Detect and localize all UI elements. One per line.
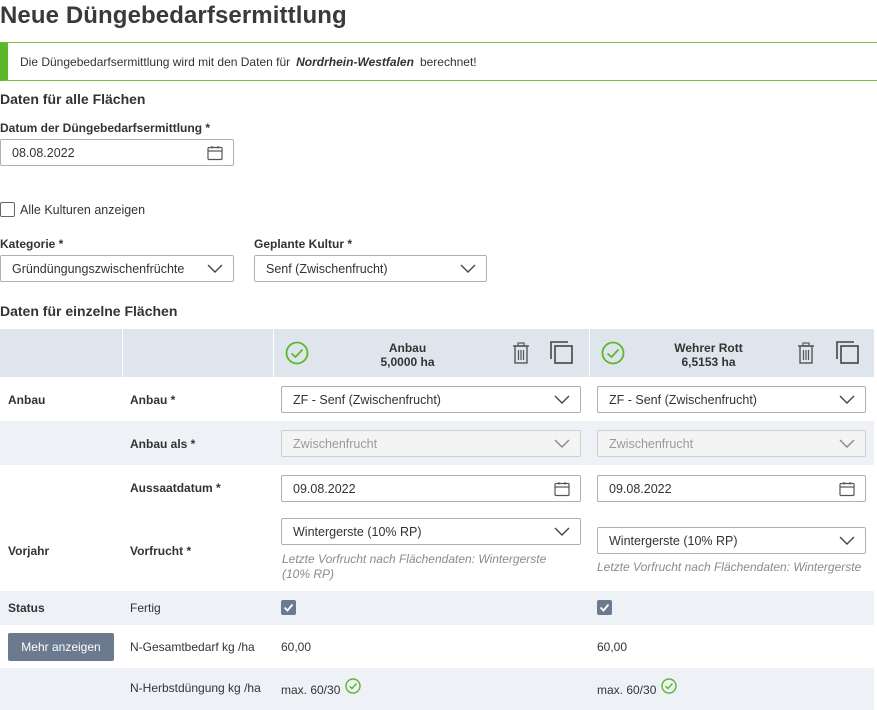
crop-label: Geplante Kultur *	[254, 237, 353, 251]
column-divider	[589, 329, 590, 377]
check-circle-icon	[285, 341, 309, 365]
column-divider	[273, 329, 274, 377]
anbau-als-value: Zwischenfrucht	[609, 436, 694, 451]
vorfrucht-value: Wintergerste (10% RP)	[609, 533, 738, 548]
field-column-header: Anbau 5,0000 ha	[340, 341, 475, 369]
n-herbst-value-col2: max. 60/30	[597, 683, 657, 697]
crop-value: Senf (Zwischenfrucht)	[266, 261, 388, 276]
vorfrucht-value: Wintergerste (10% RP)	[293, 524, 422, 539]
crop-select[interactable]: Senf (Zwischenfrucht)	[254, 255, 487, 282]
anbau-value: ZF - Senf (Zwischenfrucht)	[609, 392, 757, 407]
chevron-down-icon	[554, 439, 570, 448]
trash-icon[interactable]	[512, 342, 530, 364]
show-all-crops-checkbox[interactable]	[0, 202, 15, 217]
section-title-general: Daten für alle Flächen	[0, 91, 146, 107]
checkmark-icon	[283, 603, 294, 612]
anbau-als-select-col2: Zwischenfrucht	[597, 430, 866, 457]
column-divider	[122, 329, 123, 377]
date-input[interactable]: 08.08.2022	[0, 139, 234, 166]
group-label-vorjahr: Vorjahr	[8, 544, 50, 558]
aussaat-date-col1[interactable]: 09.08.2022	[281, 475, 581, 502]
n-gesamt-value-col1: 60,00	[281, 640, 312, 654]
chevron-down-icon	[207, 264, 223, 273]
vorfrucht-select-col2[interactable]: Wintergerste (10% RP)	[597, 527, 866, 554]
date-label: Datum der Düngebedarfsermittlung *	[0, 121, 211, 135]
n-gesamt-value-col2: 60,00	[597, 640, 628, 654]
row-label-n-gesamt: N-Gesamtbedarf kg /ha	[130, 640, 255, 654]
row-label-status: Fertig	[130, 601, 161, 615]
anbau-select-col2[interactable]: ZF - Senf (Zwischenfrucht)	[597, 386, 866, 413]
chevron-down-icon	[839, 439, 855, 448]
banner-prefix: Die Düngebedarfsermittlung wird mit den …	[20, 54, 291, 69]
row-label-anbau: Anbau *	[130, 393, 176, 407]
chevron-down-icon	[554, 527, 570, 536]
status-checkbox-col1[interactable]	[281, 600, 296, 615]
row-label-vorfrucht: Vorfrucht *	[130, 544, 192, 558]
anbau-als-value: Zwischenfrucht	[293, 436, 378, 451]
group-label-anbau: Anbau	[8, 393, 46, 407]
calendar-icon[interactable]	[207, 145, 223, 160]
field-area: 6,5153 ha	[681, 355, 736, 369]
page-title: Neue Düngebedarfsermittlung	[0, 2, 347, 29]
field-name: Anbau	[388, 341, 427, 355]
aussaat-value: 09.08.2022	[293, 481, 356, 496]
show-all-crops-label: Alle Kulturen anzeigen	[20, 203, 146, 217]
vorfrucht-hint-col1: Letzte Vorfrucht nach Flächendaten: Wint…	[282, 552, 547, 581]
chevron-down-icon	[839, 536, 855, 545]
calendar-icon[interactable]	[839, 481, 855, 496]
chevron-down-icon	[460, 264, 476, 273]
vorfrucht-select-col1[interactable]: Wintergerste (10% RP)	[281, 518, 581, 545]
category-select[interactable]: Gründüngungszwischenfrüchte	[0, 255, 234, 282]
info-banner: Die Düngebedarfsermittlung wird mit den …	[0, 42, 877, 81]
copy-icon[interactable]	[836, 341, 859, 364]
copy-icon[interactable]	[550, 341, 573, 364]
check-circle-icon	[601, 341, 625, 365]
field-name: Wehrer Rott	[674, 341, 743, 355]
show-more-button[interactable]: Mehr anzeigen	[8, 633, 114, 661]
anbau-select-col1[interactable]: ZF - Senf (Zwischenfrucht)	[281, 386, 581, 413]
group-label-status: Status	[8, 601, 45, 615]
row-label-n-herbst: N-Herbstdüngung kg /ha	[130, 681, 261, 695]
vorfrucht-hint-col2: Letzte Vorfrucht nach Flächendaten: Wint…	[597, 560, 862, 574]
row-label-aussaat: Aussaatdatum *	[130, 481, 221, 495]
status-checkbox-col2[interactable]	[597, 600, 612, 615]
anbau-value: ZF - Senf (Zwischenfrucht)	[293, 392, 441, 407]
banner-suffix: berechnet!	[419, 54, 477, 69]
field-column-header: Wehrer Rott 6,5153 ha	[641, 341, 776, 369]
chevron-down-icon	[839, 395, 855, 404]
check-circle-icon	[345, 678, 361, 694]
n-herbst-value-col1: max. 60/30	[281, 683, 341, 697]
section-title-fields: Daten für einzelne Flächen	[0, 303, 178, 319]
checkmark-icon	[599, 603, 610, 612]
trash-icon[interactable]	[797, 342, 815, 364]
field-area: 5,0000 ha	[380, 355, 435, 369]
date-value: 08.08.2022	[12, 145, 75, 160]
anbau-als-select-col1: Zwischenfrucht	[281, 430, 581, 457]
banner-region: Nordrhein-Westfalen	[296, 54, 414, 69]
row-label-anbau-als: Anbau als *	[130, 437, 196, 451]
chevron-down-icon	[554, 395, 570, 404]
category-value: Gründüngungszwischenfrüchte	[12, 261, 185, 276]
aussaat-date-col2[interactable]: 09.08.2022	[597, 475, 866, 502]
category-label: Kategorie *	[0, 237, 64, 251]
aussaat-value: 09.08.2022	[609, 481, 672, 496]
check-circle-icon	[661, 678, 677, 694]
calendar-icon[interactable]	[554, 481, 570, 496]
